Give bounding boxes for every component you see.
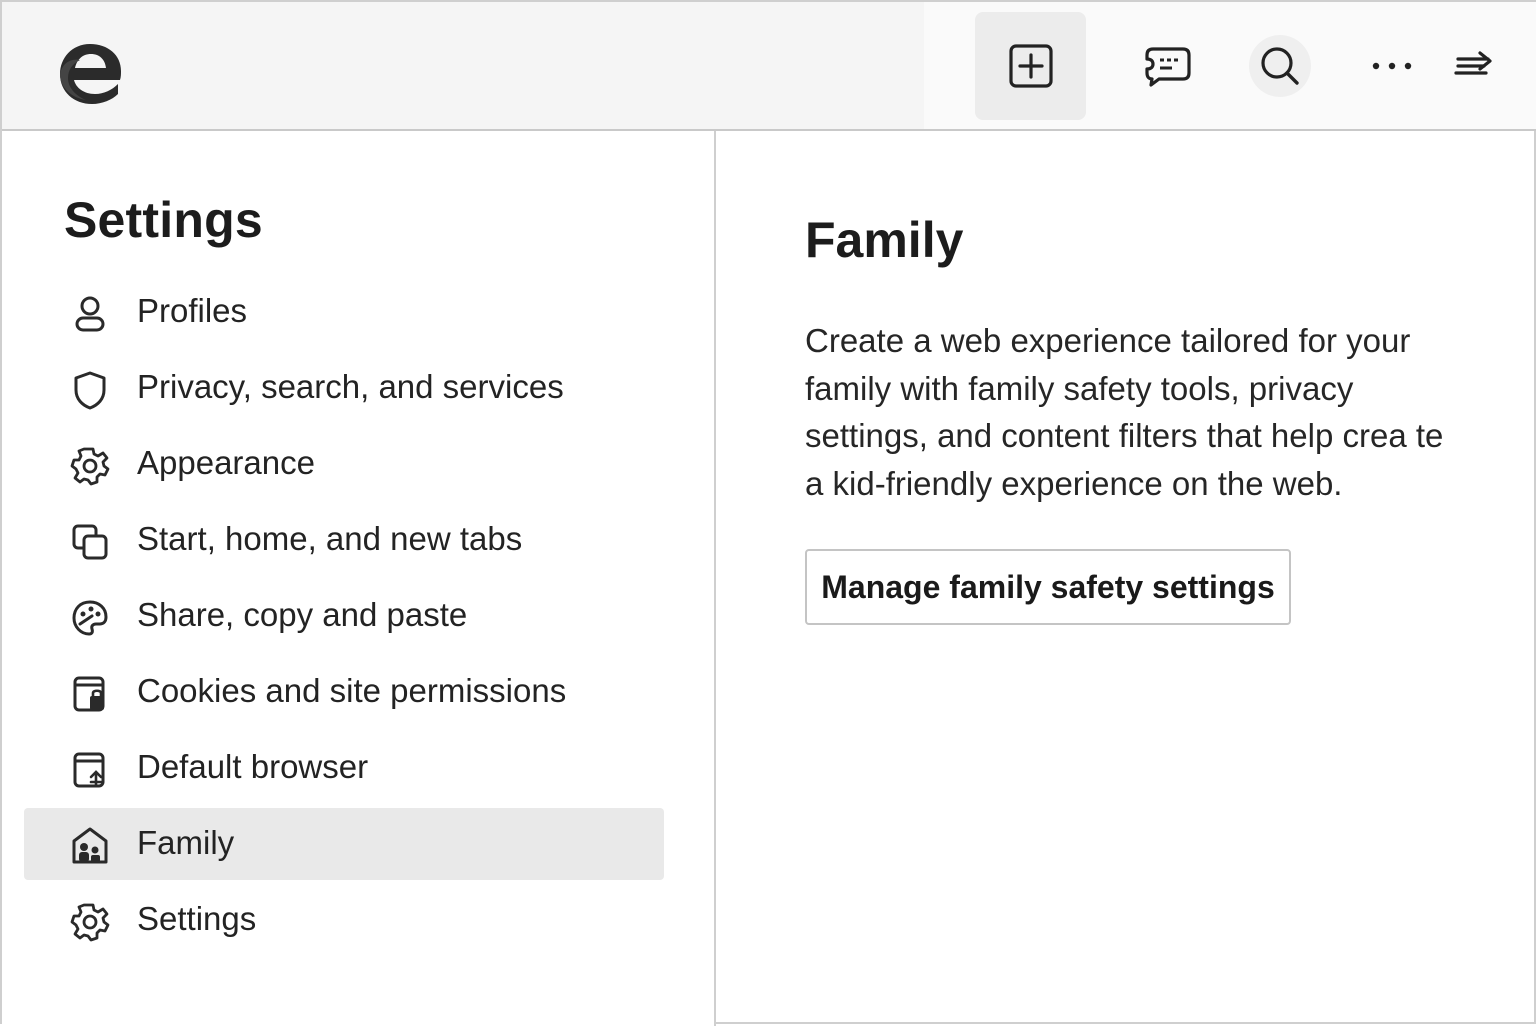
sidebar-item-cookies[interactable]: Cookies and site permissions xyxy=(24,656,664,728)
sidebar-title: Settings xyxy=(64,192,263,248)
feedback-button[interactable] xyxy=(1134,32,1202,100)
more-icon xyxy=(1372,62,1412,70)
send-icon xyxy=(1454,51,1492,75)
browser-window: Settings Profiles Privacy, search, and s… xyxy=(0,0,1536,1026)
family-panel: Family Create a web experience tailored … xyxy=(718,131,1536,1026)
gear-icon xyxy=(70,903,110,942)
edge-logo-icon xyxy=(60,44,121,104)
sidebar-item-label: Start, home, and new tabs xyxy=(137,520,523,557)
cookies-icon xyxy=(73,676,105,712)
sidebar-item-privacy[interactable]: Privacy, search, and services xyxy=(24,352,664,424)
sidebar-item-start-home[interactable]: Start, home, and new tabs xyxy=(24,504,664,576)
sidebar-item-settings[interactable]: Settings xyxy=(24,884,664,956)
manage-family-safety-button[interactable]: Manage family safety settings xyxy=(805,549,1291,625)
family-icon xyxy=(72,827,108,864)
new-tab-button[interactable] xyxy=(975,12,1086,120)
sidebar-item-family[interactable]: Family xyxy=(24,808,664,880)
send-button[interactable] xyxy=(1446,42,1502,90)
search-button[interactable] xyxy=(1249,35,1311,97)
profile-icon xyxy=(75,296,105,332)
gear-icon xyxy=(70,447,110,486)
sidebar-item-default-browser[interactable]: Default browser xyxy=(24,732,664,804)
sidebar-item-label: Default browser xyxy=(137,748,369,785)
palette-icon xyxy=(72,600,108,636)
sidebar-item-label: Privacy, search, and services xyxy=(137,368,564,405)
sidebar-item-share-copy[interactable]: Share, copy and paste xyxy=(24,580,664,652)
sidebar-item-label: Cookies and site permissions xyxy=(137,672,567,709)
sidebar-item-label: Share, copy and paste xyxy=(137,596,468,633)
search-icon xyxy=(1261,47,1299,85)
sidebar-item-label: Settings xyxy=(137,900,257,937)
family-description: Create a web experience tailored for you… xyxy=(805,322,1444,502)
page-title: Family xyxy=(805,212,964,268)
sidebar-item-label: Family xyxy=(137,824,235,861)
tabs-icon xyxy=(72,524,108,560)
sidebar-item-label: Profiles xyxy=(137,292,248,329)
more-button[interactable] xyxy=(1362,42,1422,90)
feedback-icon xyxy=(1145,47,1191,87)
sidebar-item-profiles[interactable]: Profiles xyxy=(24,276,664,348)
sidebar-item-label: Appearance xyxy=(137,444,315,481)
new-tab-icon xyxy=(1008,44,1053,88)
settings-sidebar: Settings Profiles Privacy, search, and s… xyxy=(2,131,716,1026)
toolbar xyxy=(2,2,1536,131)
default-browser-icon xyxy=(73,752,105,788)
sidebar-item-appearance[interactable]: Appearance xyxy=(24,428,664,500)
shield-icon xyxy=(74,371,106,410)
